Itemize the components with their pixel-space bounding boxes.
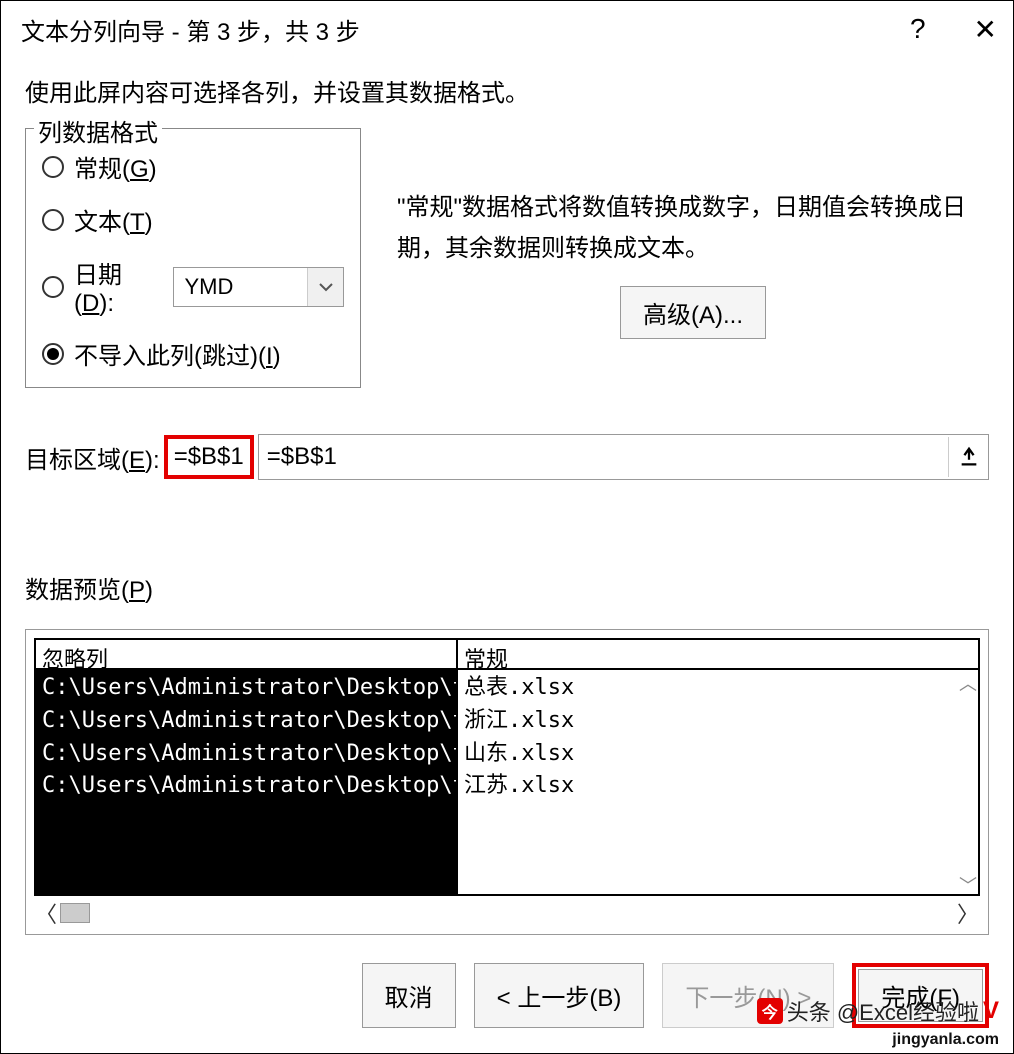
format-description-area: "常规"数据格式将数值转换成数字，日期值会转换成日期，其余数据则转换成文本。 高… bbox=[397, 128, 989, 339]
scroll-left-icon[interactable]: 〈 bbox=[34, 897, 58, 929]
preview-cell: 江苏.xlsx bbox=[458, 770, 978, 803]
watermark-url: jingyanla.com bbox=[892, 1031, 999, 1049]
radio-text[interactable]: 文本(T) bbox=[42, 202, 344, 237]
preview-col-header: 常规 bbox=[458, 640, 978, 670]
target-highlight: =$B$1 bbox=[164, 435, 254, 479]
target-label: 目标区域(E): bbox=[25, 440, 160, 475]
close-icon[interactable]: ✕ bbox=[974, 13, 997, 46]
title-controls: ? ✕ bbox=[910, 13, 997, 46]
radio-group: 常规(G) 文本(T) 日期(D): bbox=[42, 149, 344, 371]
preview-section: 数据预览(P) 忽略列 C:\Users\Administrator\Deskt… bbox=[25, 570, 989, 935]
back-button[interactable]: < 上一步(B) bbox=[474, 963, 645, 1028]
preview-cell: C:\Users\Administrator\Desktop\temp\ bbox=[36, 705, 456, 738]
help-icon[interactable]: ? bbox=[910, 13, 926, 45]
preview-cell: C:\Users\Administrator\Desktop\temp\ bbox=[36, 738, 456, 771]
format-row: 列数据格式 常规(G) 文本(T) bbox=[25, 128, 989, 388]
range-select-icon[interactable] bbox=[948, 437, 988, 477]
vertical-scrollbar[interactable]: ︿ ﹀ bbox=[956, 670, 980, 898]
preview-cell: 总表.xlsx bbox=[458, 672, 978, 705]
radio-skip-label: 不导入此列(跳过)(I) bbox=[74, 336, 281, 371]
watermark-logo-icon: 今 bbox=[757, 998, 783, 1024]
preview-cell: 浙江.xlsx bbox=[458, 705, 978, 738]
date-format-select[interactable]: YMD bbox=[173, 267, 344, 307]
column-format-group: 列数据格式 常规(G) 文本(T) bbox=[25, 128, 361, 388]
preview-box: 忽略列 C:\Users\Administrator\Desktop\temp\… bbox=[25, 629, 989, 935]
radio-icon bbox=[42, 343, 64, 365]
radio-skip[interactable]: 不导入此列(跳过)(I) bbox=[42, 336, 344, 371]
radio-general-label: 常规(G) bbox=[74, 149, 157, 184]
preview-cell: C:\Users\Administrator\Desktop\temp\ bbox=[36, 770, 456, 803]
advanced-button[interactable]: 高级(A)... bbox=[620, 286, 766, 339]
column-format-legend: 列数据格式 bbox=[34, 113, 162, 148]
preview-cell: 山东.xlsx bbox=[458, 738, 978, 771]
radio-icon bbox=[42, 156, 64, 178]
radio-icon bbox=[42, 276, 64, 298]
target-input[interactable] bbox=[259, 443, 948, 471]
radio-date[interactable]: 日期(D): YMD bbox=[42, 255, 344, 318]
dialog-window: 文本分列向导 - 第 3 步，共 3 步 ? ✕ 使用此屏内容可选择各列，并设置… bbox=[0, 0, 1014, 1054]
target-input-wrap bbox=[258, 434, 989, 480]
preview-cell: C:\Users\Administrator\Desktop\temp\ bbox=[36, 672, 456, 705]
preview-col-body: C:\Users\Administrator\Desktop\temp\ C:\… bbox=[36, 670, 456, 894]
horizontal-scrollbar[interactable]: 〈 〉 bbox=[34, 900, 980, 926]
chevron-down-icon bbox=[307, 268, 343, 306]
radio-icon bbox=[42, 209, 64, 231]
radio-date-label: 日期(D): bbox=[74, 255, 155, 318]
instruction-text: 使用此屏内容可选择各列，并设置其数据格式。 bbox=[25, 73, 989, 108]
titlebar: 文本分列向导 - 第 3 步，共 3 步 ? ✕ bbox=[1, 1, 1013, 57]
preview-col-body: 总表.xlsx 浙江.xlsx 山东.xlsx 江苏.xlsx bbox=[458, 670, 978, 894]
cancel-button[interactable]: 取消 bbox=[362, 963, 456, 1028]
preview-column-skip[interactable]: 忽略列 C:\Users\Administrator\Desktop\temp\… bbox=[36, 640, 456, 894]
radio-general[interactable]: 常规(G) bbox=[42, 149, 344, 184]
dialog-content: 使用此屏内容可选择各列，并设置其数据格式。 列数据格式 常规(G) 文本(T) bbox=[1, 57, 1013, 1028]
window-title: 文本分列向导 - 第 3 步，共 3 步 bbox=[17, 12, 360, 47]
format-description: "常规"数据格式将数值转换成数字，日期值会转换成日期，其余数据则转换成文本。 bbox=[397, 188, 989, 270]
scroll-right-icon[interactable]: 〉 bbox=[956, 897, 980, 929]
preview-label: 数据预览(P) bbox=[25, 570, 989, 605]
preview-grid[interactable]: 忽略列 C:\Users\Administrator\Desktop\temp\… bbox=[34, 638, 980, 896]
scroll-up-icon[interactable]: ︿ bbox=[959, 670, 977, 696]
preview-col-header: 忽略列 bbox=[36, 640, 456, 670]
target-row: 目标区域(E): =$B$1 bbox=[25, 434, 989, 480]
watermark: 今 头条 @Excel经验啦 V bbox=[757, 995, 999, 1027]
target-value-highlight: =$B$1 bbox=[174, 443, 244, 470]
preview-column-general[interactable]: 常规 总表.xlsx 浙江.xlsx 山东.xlsx 江苏.xlsx bbox=[456, 640, 978, 894]
watermark-text: 头条 @Excel经验啦 bbox=[787, 995, 979, 1027]
scroll-thumb[interactable] bbox=[60, 903, 90, 923]
radio-text-label: 文本(T) bbox=[74, 202, 153, 237]
watermark-badge: V bbox=[983, 997, 999, 1025]
date-format-value: YMD bbox=[174, 274, 307, 300]
scroll-down-icon[interactable]: ﹀ bbox=[959, 872, 977, 898]
